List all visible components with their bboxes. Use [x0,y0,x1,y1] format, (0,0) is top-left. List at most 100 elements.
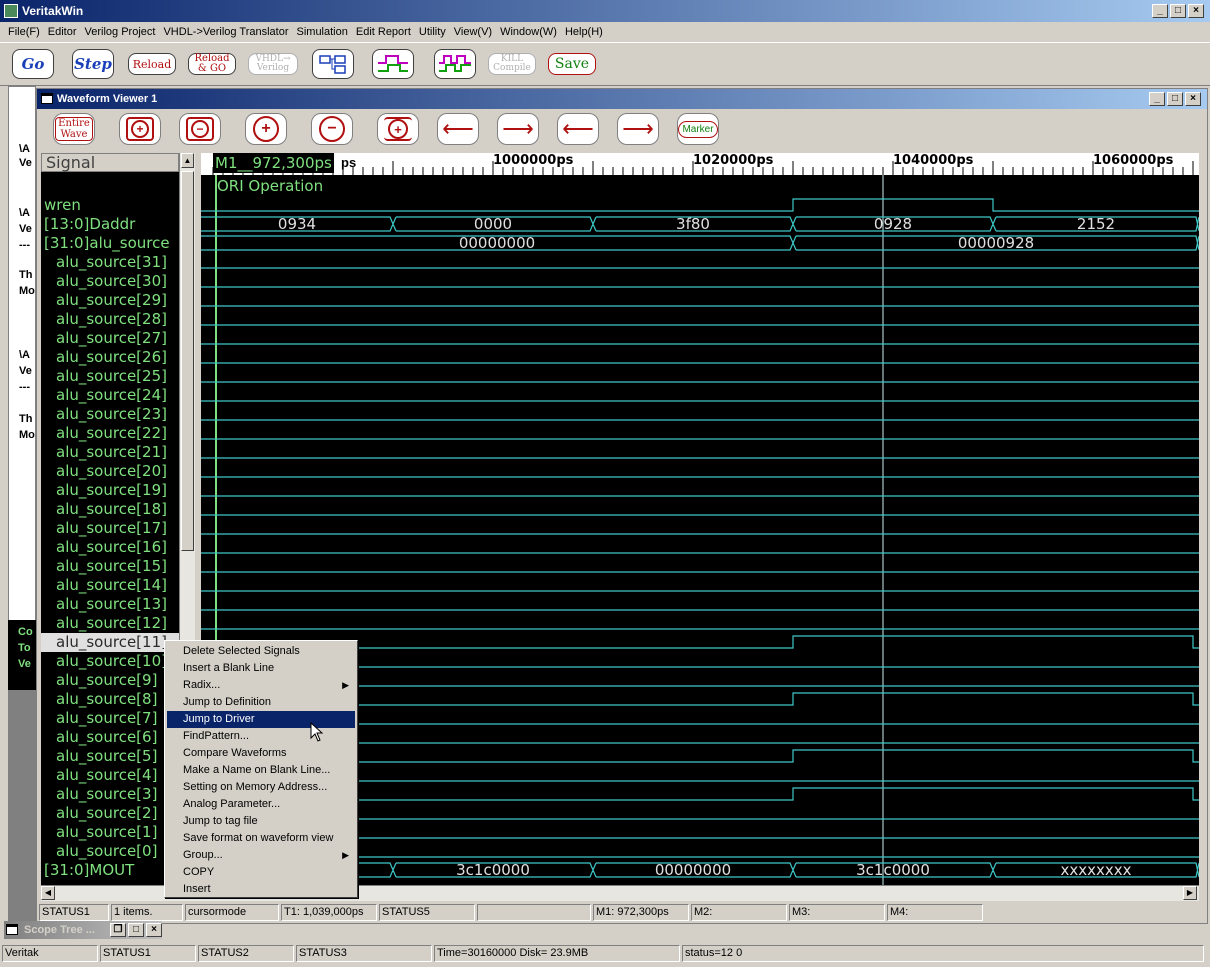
scroll-left-icon[interactable]: ◀ [41,886,55,900]
scroll-up-icon[interactable]: ▲ [181,153,194,168]
signal-row[interactable]: [31:0]MOUT [41,861,179,880]
signal-row[interactable]: alu_source[20] [41,462,179,481]
waveform-multi-button[interactable] [434,49,476,79]
signal-row[interactable]: alu_source[3] [41,785,179,804]
signal-row[interactable]: alu_source[18] [41,500,179,519]
signal-row[interactable]: alu_source[22] [41,424,179,443]
reload-button[interactable]: Reload [128,53,176,75]
signal-row[interactable]: alu_source[27] [41,329,179,348]
context-menu-item[interactable]: Radix... ▶ [167,677,355,694]
signal-row[interactable]: alu_source[25] [41,367,179,386]
entire-wave-button[interactable]: Entire Wave [53,113,95,145]
zoom-out-area-button[interactable]: − [179,113,221,145]
context-menu-item[interactable]: FindPattern... [167,728,355,745]
step-button[interactable]: Step [72,49,114,79]
hierarchy-button[interactable] [312,49,354,79]
waveform-button[interactable] [372,49,414,79]
signal-row[interactable]: [31:0]alu_source [41,234,179,253]
signal-row[interactable]: alu_source[1] [41,823,179,842]
close-icon[interactable]: × [1185,92,1201,106]
signal-row[interactable]: alu_source[13] [41,595,179,614]
zoom-out-button[interactable]: − [311,113,353,145]
maximize-icon[interactable]: □ [1170,4,1186,18]
vhdl-to-verilog-button[interactable]: VHDL→ Verilog [248,53,298,75]
close-icon[interactable]: × [146,923,162,937]
reload-go-button[interactable]: Reload & GO [188,53,236,75]
prev-marker-button[interactable]: ⟵ [557,113,599,145]
context-menu-item-label: COPY [183,866,215,878]
signal-row[interactable]: alu_source[16] [41,538,179,557]
signal-row[interactable]: alu_source[26] [41,348,179,367]
menu-verilog-project[interactable]: Verilog Project [81,26,160,38]
signal-row[interactable]: alu_source[17] [41,519,179,538]
scroll-thumb[interactable] [181,171,194,551]
context-menu-item[interactable]: Insert a Blank Line [167,660,355,677]
signal-row[interactable]: alu_source[29] [41,291,179,310]
maximize-icon[interactable]: □ [128,923,144,937]
left-text: Mo [19,429,35,441]
signal-row[interactable]: alu_source[19] [41,481,179,500]
context-menu-item[interactable]: Jump to Driver [167,711,355,728]
signal-row[interactable]: alu_source[6] [41,728,179,747]
submenu-arrow-icon: ▶ [342,680,349,690]
prev-edge-button[interactable]: ⟵ [437,113,479,145]
context-menu-item[interactable]: Make a Name on Blank Line... [167,762,355,779]
signal-row[interactable]: alu_source[0] [41,842,179,861]
menu-vhdl-translator[interactable]: VHDL->Verilog Translator [159,26,292,38]
go-button[interactable]: Go [12,49,54,79]
next-edge-button[interactable]: ⟶ [497,113,539,145]
context-menu-item[interactable]: Group... ▶ [167,847,355,864]
signal-row[interactable]: alu_source[2] [41,804,179,823]
context-menu-item[interactable]: Jump to tag file [167,813,355,830]
minimize-icon[interactable]: _ [1152,4,1168,18]
signal-row[interactable]: alu_source[21] [41,443,179,462]
signal-row[interactable]: alu_source[14] [41,576,179,595]
signal-row[interactable]: alu_source[30] [41,272,179,291]
signal-row[interactable]: alu_source[7] [41,709,179,728]
signal-row[interactable]: alu_source[11] [41,633,179,652]
menu-help[interactable]: Help(H) [561,26,607,38]
signal-row[interactable]: alu_source[31] [41,253,179,272]
kill-compile-button[interactable]: KILL Compile [488,53,536,75]
context-menu-item[interactable]: Delete Selected Signals [167,643,355,660]
maximize-icon[interactable]: □ [1167,92,1183,106]
signal-row[interactable]: alu_source[28] [41,310,179,329]
context-menu-item[interactable]: Compare Waveforms [167,745,355,762]
menu-edit-report[interactable]: Edit Report [352,26,415,38]
zoom-fit-button[interactable]: + [377,113,419,145]
zoom-in-area-button[interactable]: + [119,113,161,145]
signal-row[interactable]: alu_source[4] [41,766,179,785]
scroll-right-icon[interactable]: ▶ [1183,886,1197,900]
context-menu-item[interactable]: Insert [167,881,355,898]
signal-row[interactable]: alu_source[8] [41,690,179,709]
menu-editor[interactable]: Editor [44,26,81,38]
context-menu-item[interactable]: Analog Parameter... [167,796,355,813]
signal-row[interactable]: alu_source[10] [41,652,179,671]
save-button[interactable]: Save [548,53,596,75]
context-menu-item[interactable]: Setting on Memory Address... [167,779,355,796]
signal-row[interactable]: alu_source[15] [41,557,179,576]
signal-row[interactable]: alu_source[23] [41,405,179,424]
menu-simulation[interactable]: Simulation [293,26,352,38]
signal-row[interactable]: alu_source[24] [41,386,179,405]
menu-window[interactable]: Window(W) [496,26,561,38]
marker-button[interactable]: Marker [677,113,719,145]
menu-view[interactable]: View(V) [450,26,496,38]
zoom-in-button[interactable]: + [245,113,287,145]
close-icon[interactable]: × [1188,4,1204,18]
menu-file[interactable]: File(F) [4,26,44,38]
signal-row[interactable]: alu_source[9] [41,671,179,690]
next-marker-button[interactable]: ⟶ [617,113,659,145]
signal-row[interactable]: alu_source[5] [41,747,179,766]
context-menu-item[interactable]: Jump to Definition [167,694,355,711]
signal-row[interactable]: alu_source[12] [41,614,179,633]
signal-row[interactable]: wren [41,196,179,215]
bus-value-label: 3c1c0000 [856,861,930,879]
restore-icon[interactable]: ❐ [110,923,126,937]
signal-list[interactable]: Signal wren [13:0]Daddr [31:0]alu_source al… [41,153,179,885]
signal-row[interactable]: [13:0]Daddr [41,215,179,234]
menu-utility[interactable]: Utility [415,26,450,38]
context-menu-item[interactable]: COPY [167,864,355,881]
minimize-icon[interactable]: _ [1149,92,1165,106]
context-menu-item[interactable]: Save format on waveform view [167,830,355,847]
